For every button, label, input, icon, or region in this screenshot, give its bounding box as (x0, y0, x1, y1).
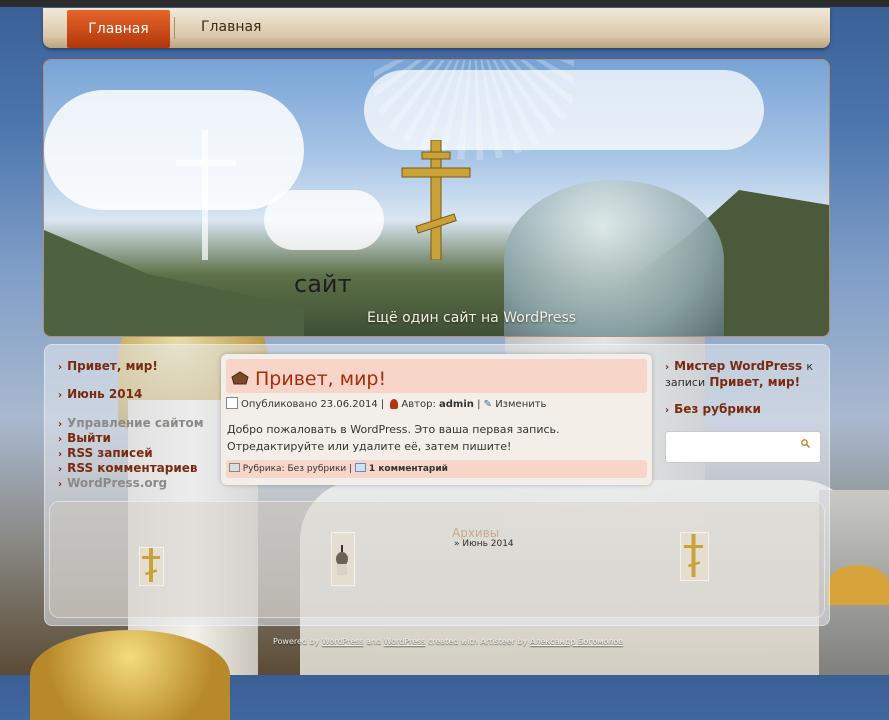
sidebar-meta-item[interactable]: › RSS записей (58, 446, 153, 460)
post-body: Добро пожаловать в WordPress. Это ваша п… (227, 423, 560, 453)
category-link[interactable]: Без рубрики (287, 464, 346, 474)
archive-month-link[interactable]: Июнь 2014 (67, 387, 142, 401)
comment-icon (355, 463, 367, 472)
search-input[interactable] (665, 431, 821, 463)
category-label: Рубрика: (242, 464, 285, 474)
bullet-icon: › (58, 419, 63, 430)
category-link[interactable]: Без рубрики (674, 402, 761, 416)
bullet-icon: › (58, 464, 63, 475)
post-header: Привет, мир! (226, 359, 647, 393)
header-cloud (44, 90, 304, 210)
background-dome-right (827, 565, 889, 605)
top-bar (0, 0, 889, 7)
double-arrow-icon: » (454, 539, 460, 549)
header-mountain-left (44, 230, 304, 336)
post-card: Привет, мир! Опубликовано 23.06.2014 | А… (221, 354, 652, 485)
manage-site-link[interactable]: Управление сайтом (67, 416, 203, 430)
comment-author-link[interactable]: Мистер WordPress (674, 359, 802, 373)
post-footer: Рубрика: Без рубрики | 1 комментарий (226, 460, 647, 478)
footer-and: and (366, 637, 382, 646)
nav-item-home-active[interactable]: Главная (67, 10, 170, 48)
edit-link[interactable]: Изменить (495, 399, 546, 410)
rss-posts-link[interactable]: RSS записей (67, 446, 153, 460)
footer-designer-link[interactable]: Александр Богомолов (530, 637, 623, 646)
cross-icon (142, 548, 160, 582)
post-date: 23.06.2014 (320, 399, 378, 410)
sidebar-category-item[interactable]: › Без рубрики (665, 402, 761, 416)
post-meta: Опубликовано 23.06.2014 | Автор: admin |… (226, 397, 546, 410)
ghost-cross-bar (176, 160, 236, 166)
footer-wordpress-link-2[interactable]: WordPress (384, 637, 426, 646)
main-navigation: Главная Главная (43, 8, 830, 48)
site-header: сайт Ещё один сайт на WordPress (43, 59, 830, 337)
footer-created-with: created with Artisteer by (427, 637, 528, 646)
background-dome-bottom (30, 630, 230, 720)
cross-icon (401, 140, 471, 260)
sidebar-recent-post-item[interactable]: › Привет, мир! (58, 359, 158, 373)
archives-month-link[interactable]: Июнь 2014 (462, 539, 513, 549)
archives-item[interactable]: » Июнь 2014 (454, 539, 514, 549)
published-label: Опубликовано (241, 399, 318, 410)
site-title[interactable]: сайт (294, 270, 351, 298)
bullet-icon: › (665, 405, 670, 416)
recent-comment-item: › Мистер WordPress к записи Привет, мир! (665, 359, 825, 390)
comments-link[interactable]: 1 комментарий (369, 464, 448, 474)
logout-link[interactable]: Выйти (67, 431, 111, 445)
calendar-icon (226, 397, 238, 409)
bullet-icon: › (58, 449, 63, 460)
post-title-icon (231, 371, 249, 385)
author-label: Автор: (401, 399, 436, 410)
bullet-icon: › (58, 362, 63, 373)
cross-icon (684, 534, 703, 577)
rss-comments-link[interactable]: RSS комментариев (67, 461, 197, 475)
post-title[interactable]: Привет, мир! (255, 368, 386, 390)
wordpress-org-link[interactable]: WordPress.org (67, 476, 167, 490)
recent-post-link[interactable]: Привет, мир! (67, 359, 158, 373)
archives-title: Архивы (452, 526, 500, 540)
bullet-icon: › (665, 362, 670, 373)
site-footer: Powered by WordPress and WordPress creat… (273, 637, 623, 646)
author-icon (390, 399, 399, 409)
church-dome-icon (336, 545, 348, 575)
author-link[interactable]: admin (439, 399, 474, 410)
sidebar-meta-item[interactable]: › RSS комментариев (58, 461, 198, 475)
footer-powered-by: Powered by (273, 637, 320, 646)
bullet-icon: › (58, 390, 63, 401)
header-cloud (264, 190, 384, 250)
comment-post-link[interactable]: Привет, мир! (709, 375, 800, 389)
edit-icon: ✎ (483, 399, 493, 410)
nav-item-home[interactable]: Главная (201, 19, 261, 35)
bullet-icon: › (58, 434, 63, 445)
sidebar-archive-item[interactable]: › Июнь 2014 (58, 387, 142, 401)
category-icon (228, 463, 240, 472)
ghost-cross-icon (202, 130, 208, 260)
site-description: Ещё один сайт на WordPress (367, 310, 577, 326)
nav-separator (174, 17, 175, 39)
sidebar-meta-item[interactable]: › Управление сайтом (58, 416, 204, 430)
search-icon[interactable] (801, 439, 810, 448)
footer-wordpress-link[interactable]: WordPress (322, 637, 364, 646)
sidebar-meta-item[interactable]: › WordPress.org (58, 476, 167, 490)
bullet-icon: › (58, 479, 63, 490)
sidebar-meta-item[interactable]: › Выйти (58, 431, 111, 445)
